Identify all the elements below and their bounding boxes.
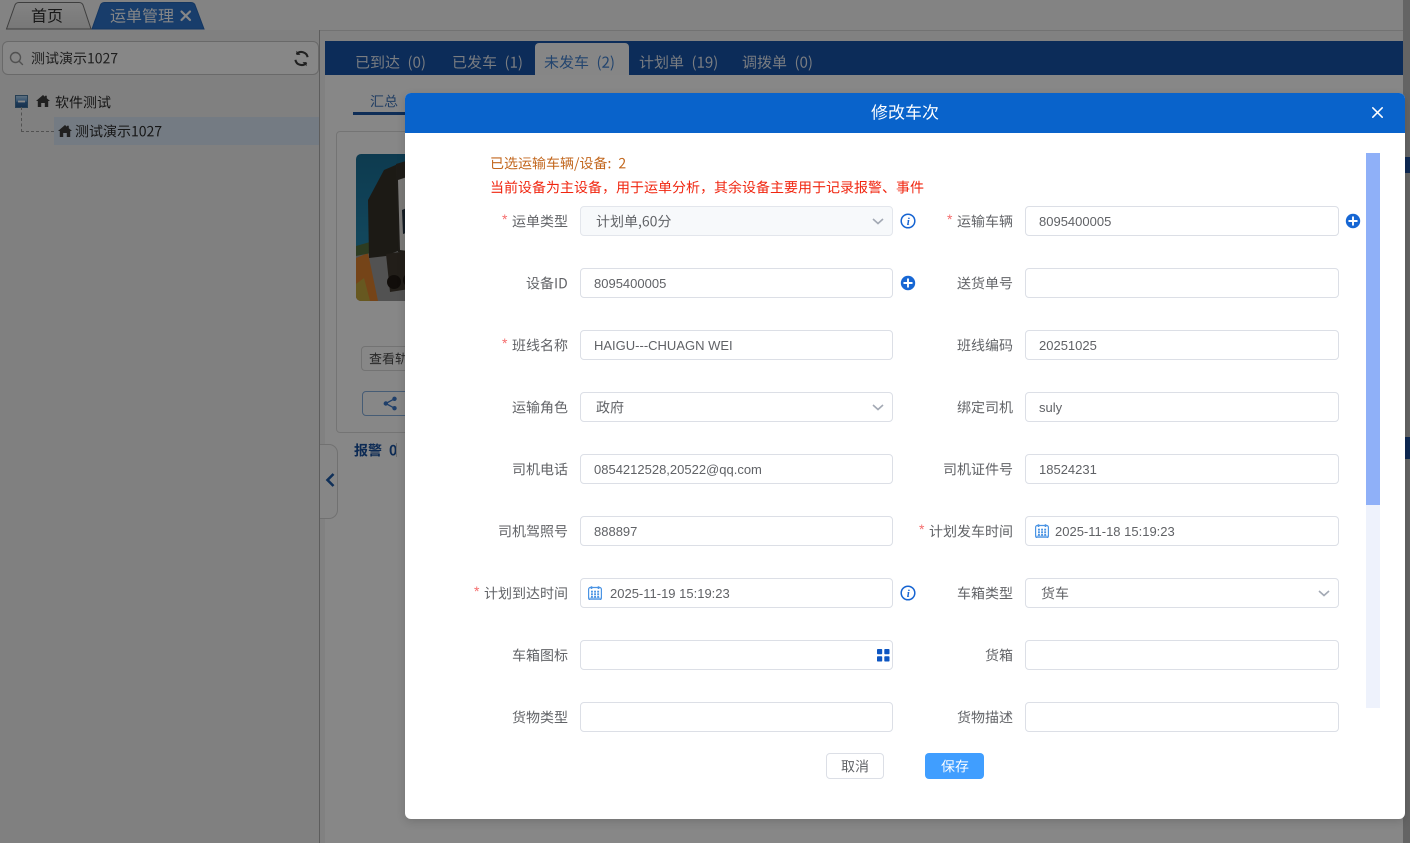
svg-text:i: i	[907, 216, 911, 228]
svg-text:i: i	[907, 588, 911, 600]
